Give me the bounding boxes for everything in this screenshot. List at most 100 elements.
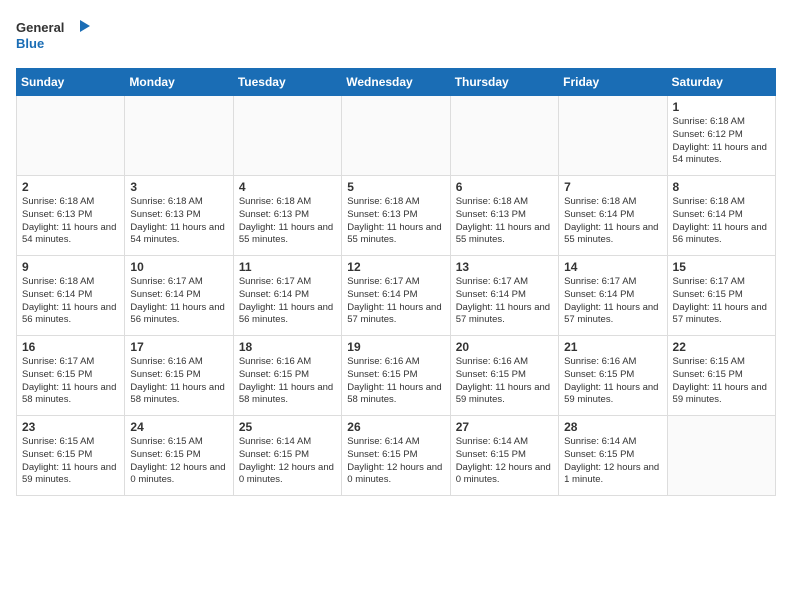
calendar-cell: 5 Sunrise: 6:18 AM Sunset: 6:13 PM Daylig… — [342, 176, 450, 256]
day-info: Sunrise: 6:17 AM Sunset: 6:15 PM Dayligh… — [22, 356, 119, 407]
day-info: Sunrise: 6:18 AM Sunset: 6:12 PM Dayligh… — [673, 116, 770, 167]
calendar-cell: 25 Sunrise: 6:14 AM Sunset: 6:15 PM Dayli… — [233, 416, 341, 496]
day-info: Sunrise: 6:18 AM Sunset: 6:13 PM Dayligh… — [456, 196, 553, 247]
day-info: Sunrise: 6:15 AM Sunset: 6:15 PM Dayligh… — [673, 356, 770, 407]
calendar-cell: 6 Sunrise: 6:18 AM Sunset: 6:13 PM Daylig… — [450, 176, 558, 256]
day-number: 5 — [347, 180, 444, 194]
day-number: 11 — [239, 260, 336, 274]
calendar-cell: 21 Sunrise: 6:16 AM Sunset: 6:15 PM Dayli… — [559, 336, 667, 416]
calendar-cell: 20 Sunrise: 6:16 AM Sunset: 6:15 PM Dayli… — [450, 336, 558, 416]
header: GeneralBlue — [16, 16, 776, 56]
day-number: 19 — [347, 340, 444, 354]
calendar-cell: 11 Sunrise: 6:17 AM Sunset: 6:14 PM Dayli… — [233, 256, 341, 336]
day-info: Sunrise: 6:17 AM Sunset: 6:14 PM Dayligh… — [347, 276, 444, 327]
calendar-table: SundayMondayTuesdayWednesdayThursdayFrid… — [16, 68, 776, 496]
day-number: 14 — [564, 260, 661, 274]
calendar-header-row: SundayMondayTuesdayWednesdayThursdayFrid… — [17, 69, 776, 96]
calendar-cell: 8 Sunrise: 6:18 AM Sunset: 6:14 PM Daylig… — [667, 176, 775, 256]
day-info: Sunrise: 6:16 AM Sunset: 6:15 PM Dayligh… — [564, 356, 661, 407]
calendar-cell: 15 Sunrise: 6:17 AM Sunset: 6:15 PM Dayli… — [667, 256, 775, 336]
day-number: 3 — [130, 180, 227, 194]
calendar-week-4: 16 Sunrise: 6:17 AM Sunset: 6:15 PM Dayli… — [17, 336, 776, 416]
calendar-cell: 28 Sunrise: 6:14 AM Sunset: 6:15 PM Dayli… — [559, 416, 667, 496]
col-header-sunday: Sunday — [17, 69, 125, 96]
svg-text:General: General — [16, 20, 64, 35]
calendar-cell: 7Sunrise: 6:18 AM Sunset: 6:14 PM Daylig… — [559, 176, 667, 256]
col-header-tuesday: Tuesday — [233, 69, 341, 96]
col-header-monday: Monday — [125, 69, 233, 96]
calendar-cell: 17 Sunrise: 6:16 AM Sunset: 6:15 PM Dayli… — [125, 336, 233, 416]
svg-text:Blue: Blue — [16, 36, 44, 51]
day-info: Sunrise: 6:16 AM Sunset: 6:15 PM Dayligh… — [239, 356, 336, 407]
calendar-week-2: 2 Sunrise: 6:18 AM Sunset: 6:13 PM Daylig… — [17, 176, 776, 256]
calendar-cell: 19 Sunrise: 6:16 AM Sunset: 6:15 PM Dayli… — [342, 336, 450, 416]
calendar-cell: 18 Sunrise: 6:16 AM Sunset: 6:15 PM Dayli… — [233, 336, 341, 416]
col-header-thursday: Thursday — [450, 69, 558, 96]
day-number: 6 — [456, 180, 553, 194]
calendar-cell — [125, 96, 233, 176]
day-number: 7 — [564, 180, 661, 194]
day-info: Sunrise: 6:17 AM Sunset: 6:14 PM Dayligh… — [130, 276, 227, 327]
day-number: 27 — [456, 420, 553, 434]
day-number: 25 — [239, 420, 336, 434]
calendar-cell: 4 Sunrise: 6:18 AM Sunset: 6:13 PM Daylig… — [233, 176, 341, 256]
day-info: Sunrise: 6:17 AM Sunset: 6:14 PM Dayligh… — [239, 276, 336, 327]
day-number: 26 — [347, 420, 444, 434]
day-number: 24 — [130, 420, 227, 434]
day-number: 15 — [673, 260, 770, 274]
day-info: Sunrise: 6:18 AM Sunset: 6:14 PM Dayligh… — [22, 276, 119, 327]
calendar-cell: 2 Sunrise: 6:18 AM Sunset: 6:13 PM Daylig… — [17, 176, 125, 256]
day-info: Sunrise: 6:18 AM Sunset: 6:13 PM Dayligh… — [130, 196, 227, 247]
day-info: Sunrise: 6:16 AM Sunset: 6:15 PM Dayligh… — [347, 356, 444, 407]
calendar-cell: 12 Sunrise: 6:17 AM Sunset: 6:14 PM Dayli… — [342, 256, 450, 336]
col-header-saturday: Saturday — [667, 69, 775, 96]
day-info: Sunrise: 6:18 AM Sunset: 6:13 PM Dayligh… — [239, 196, 336, 247]
logo-svg: GeneralBlue — [16, 16, 96, 56]
calendar-cell — [233, 96, 341, 176]
day-number: 21 — [564, 340, 661, 354]
day-info: Sunrise: 6:15 AM Sunset: 6:15 PM Dayligh… — [130, 436, 227, 487]
day-number: 1 — [673, 100, 770, 114]
calendar-cell: 13 Sunrise: 6:17 AM Sunset: 6:14 PM Dayli… — [450, 256, 558, 336]
day-number: 2 — [22, 180, 119, 194]
calendar-cell: 9 Sunrise: 6:18 AM Sunset: 6:14 PM Daylig… — [17, 256, 125, 336]
day-info: Sunrise: 6:18 AM Sunset: 6:13 PM Dayligh… — [22, 196, 119, 247]
day-info: Sunrise: 6:18 AM Sunset: 6:14 PM Dayligh… — [673, 196, 770, 247]
col-header-friday: Friday — [559, 69, 667, 96]
day-number: 20 — [456, 340, 553, 354]
day-info: Sunrise: 6:18 AM Sunset: 6:13 PM Dayligh… — [347, 196, 444, 247]
day-number: 22 — [673, 340, 770, 354]
calendar-week-1: 1 Sunrise: 6:18 AM Sunset: 6:12 PM Daylig… — [17, 96, 776, 176]
day-info: Sunrise: 6:16 AM Sunset: 6:15 PM Dayligh… — [456, 356, 553, 407]
calendar-cell: 23Sunrise: 6:15 AM Sunset: 6:15 PM Dayli… — [17, 416, 125, 496]
day-number: 17 — [130, 340, 227, 354]
day-number: 16 — [22, 340, 119, 354]
calendar-cell — [342, 96, 450, 176]
day-info: Sunrise: 6:17 AM Sunset: 6:15 PM Dayligh… — [673, 276, 770, 327]
calendar-cell: 3 Sunrise: 6:18 AM Sunset: 6:13 PM Daylig… — [125, 176, 233, 256]
calendar-cell: 10 Sunrise: 6:17 AM Sunset: 6:14 PM Dayli… — [125, 256, 233, 336]
day-info: Sunrise: 6:14 AM Sunset: 6:15 PM Dayligh… — [239, 436, 336, 487]
day-number: 9 — [22, 260, 119, 274]
calendar-cell: 22 Sunrise: 6:15 AM Sunset: 6:15 PM Dayli… — [667, 336, 775, 416]
day-number: 28 — [564, 420, 661, 434]
calendar-cell: 14Sunrise: 6:17 AM Sunset: 6:14 PM Dayli… — [559, 256, 667, 336]
day-number: 10 — [130, 260, 227, 274]
day-number: 12 — [347, 260, 444, 274]
day-info: Sunrise: 6:15 AM Sunset: 6:15 PM Dayligh… — [22, 436, 119, 487]
day-info: Sunrise: 6:14 AM Sunset: 6:15 PM Dayligh… — [564, 436, 661, 487]
day-info: Sunrise: 6:14 AM Sunset: 6:15 PM Dayligh… — [456, 436, 553, 487]
day-info: Sunrise: 6:16 AM Sunset: 6:15 PM Dayligh… — [130, 356, 227, 407]
day-number: 13 — [456, 260, 553, 274]
calendar-cell — [17, 96, 125, 176]
day-info: Sunrise: 6:17 AM Sunset: 6:14 PM Dayligh… — [456, 276, 553, 327]
calendar-cell: 16 Sunrise: 6:17 AM Sunset: 6:15 PM Dayli… — [17, 336, 125, 416]
calendar-week-3: 9 Sunrise: 6:18 AM Sunset: 6:14 PM Daylig… — [17, 256, 776, 336]
day-number: 18 — [239, 340, 336, 354]
logo: GeneralBlue — [16, 16, 96, 56]
day-number: 4 — [239, 180, 336, 194]
calendar-cell: 26Sunrise: 6:14 AM Sunset: 6:15 PM Dayli… — [342, 416, 450, 496]
calendar-cell — [559, 96, 667, 176]
calendar-cell: 27 Sunrise: 6:14 AM Sunset: 6:15 PM Dayli… — [450, 416, 558, 496]
day-number: 8 — [673, 180, 770, 194]
